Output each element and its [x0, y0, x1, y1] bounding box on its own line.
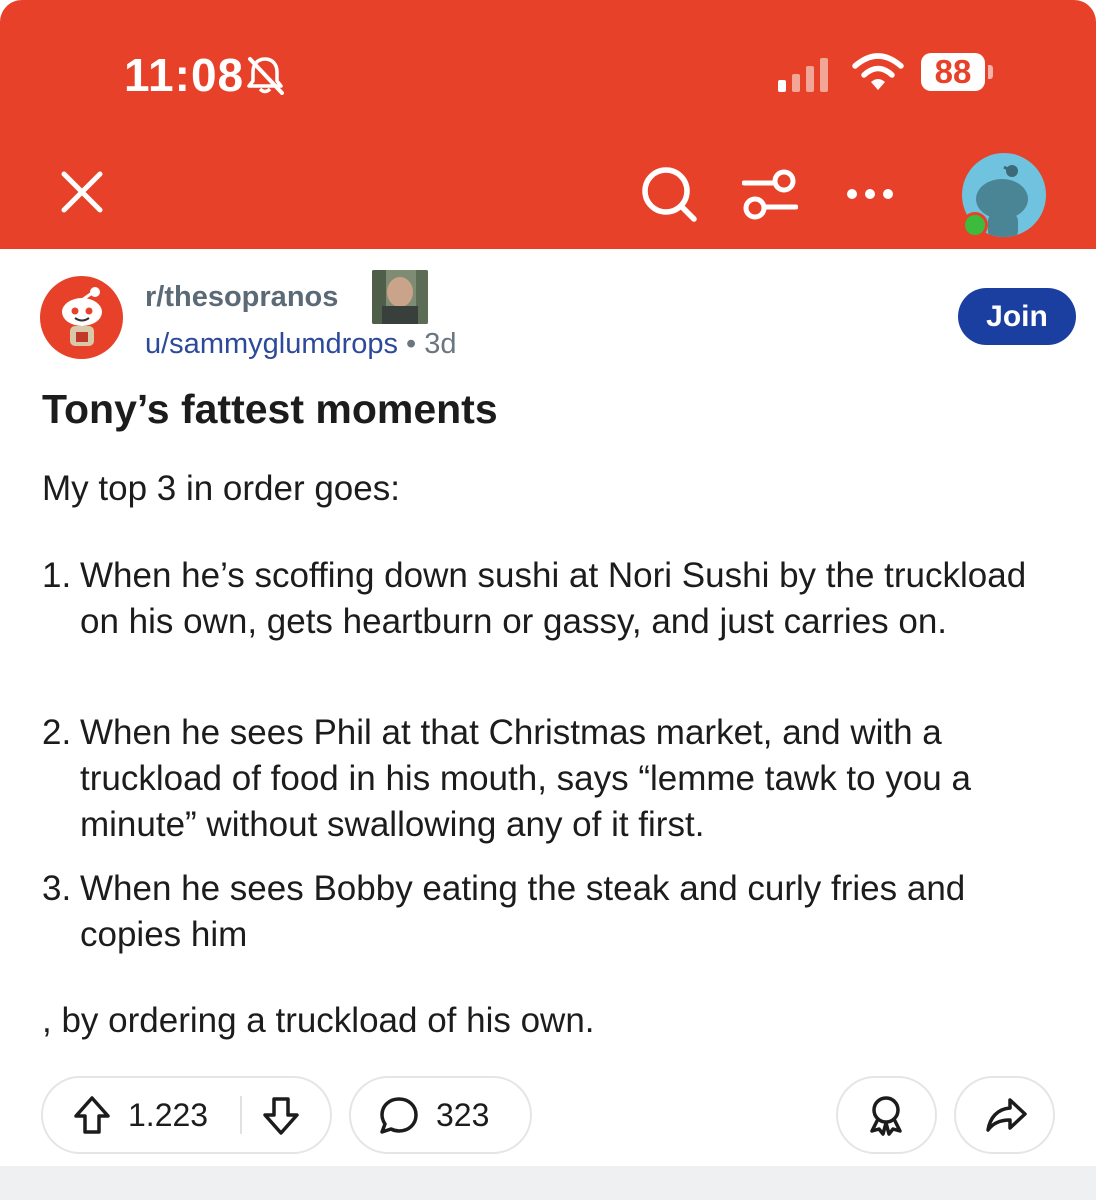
downvote-icon[interactable] — [261, 1095, 301, 1137]
post-meta: u/sammyglumdrops • 3d — [145, 328, 456, 361]
battery-indicator: 88 — [921, 53, 985, 91]
comment-count: 323 — [436, 1097, 490, 1133]
post-trailing-text: , by ordering a truckload of his own. — [42, 1001, 595, 1040]
post-title: Tony’s fattest moments — [42, 386, 498, 432]
upvote-icon[interactable] — [72, 1094, 112, 1136]
list-item: When he sees Phil at that Christmas mark… — [80, 713, 971, 844]
post-age: 3d — [424, 328, 457, 360]
share-icon — [986, 1098, 1027, 1132]
close-icon[interactable] — [58, 168, 106, 216]
comment-icon — [380, 1097, 418, 1134]
post-intro: My top 3 in order goes: — [42, 469, 400, 508]
search-icon[interactable] — [640, 165, 700, 225]
battery-tip — [988, 65, 993, 79]
list-item-number: 3. — [42, 869, 72, 908]
status-time: 11:08 — [124, 49, 245, 101]
sliders-icon[interactable] — [742, 166, 798, 222]
more-icon[interactable] — [842, 184, 898, 204]
app-header — [0, 0, 1096, 249]
subreddit-name[interactable]: r/thesopranos — [145, 281, 338, 314]
meta-separator: • — [406, 328, 417, 360]
wifi-icon — [852, 53, 904, 90]
online-status-dot — [962, 212, 988, 238]
list-item: When he’s scoffing down sushi at Nori Su… — [80, 556, 1027, 641]
list-item: When he sees Bobby eating the steak and … — [80, 869, 966, 954]
upvote-count: 1.223 — [128, 1097, 209, 1133]
list-item-number: 1. — [42, 556, 72, 595]
cellular-signal-icon — [776, 56, 836, 92]
author-link[interactable]: u/sammyglumdrops — [145, 328, 398, 360]
battery-level: 88 — [934, 53, 972, 90]
join-button[interactable]: Join — [958, 288, 1076, 345]
list-item-number: 2. — [42, 713, 72, 752]
award-icon — [870, 1096, 902, 1136]
subreddit-flair-image — [372, 270, 428, 324]
snoo-icon — [62, 287, 102, 346]
vote-divider — [240, 1096, 242, 1134]
next-post-divider — [0, 1166, 1096, 1200]
subreddit-icon[interactable] — [40, 276, 123, 359]
bell-slash-icon — [247, 57, 284, 95]
